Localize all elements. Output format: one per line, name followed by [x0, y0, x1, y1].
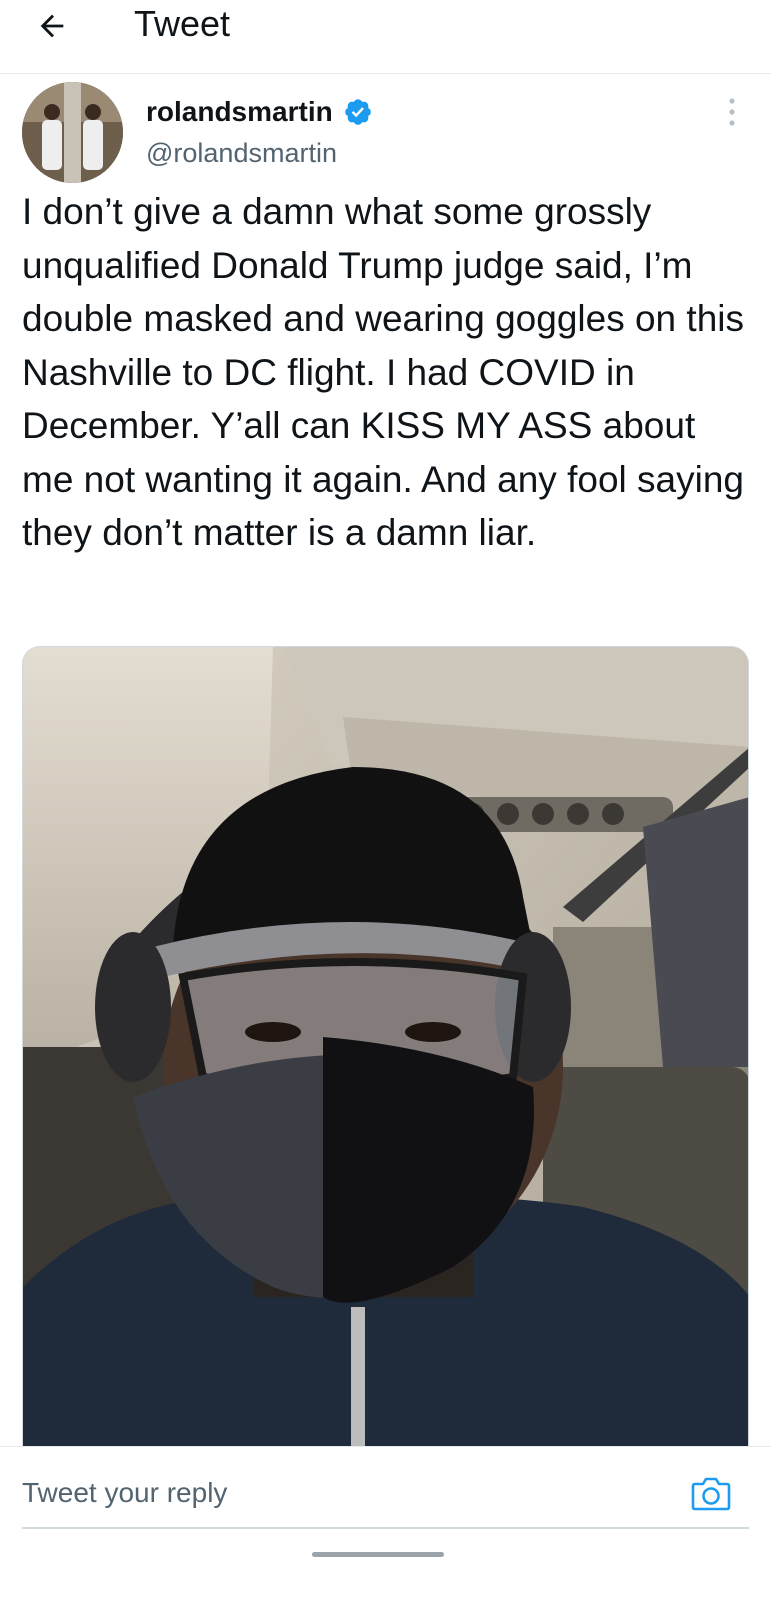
- camera-icon: [691, 1477, 731, 1511]
- display-name[interactable]: rolandsmartin: [146, 96, 333, 128]
- avatar-image: [22, 82, 123, 183]
- back-button[interactable]: [30, 4, 74, 48]
- page-title: Tweet: [134, 3, 231, 44]
- avatar[interactable]: [22, 82, 123, 183]
- arrow-left-icon: [40, 14, 64, 38]
- reply-underline: [22, 1527, 749, 1529]
- tweet-photo[interactable]: [22, 646, 749, 1446]
- camera-button[interactable]: [688, 1470, 734, 1516]
- more-options-button[interactable]: [712, 92, 752, 132]
- home-indicator: [312, 1552, 444, 1557]
- selfie-image: [23, 647, 748, 1446]
- reply-input[interactable]: [22, 1458, 662, 1528]
- author-handle[interactable]: @rolandsmartin: [146, 136, 337, 170]
- verified-badge-icon: [343, 97, 373, 127]
- more-vertical-icon: [729, 98, 735, 126]
- tweet-text: I don’t give a damn what some grossly un…: [22, 191, 755, 553]
- top-bar: Tweet: [0, 0, 771, 74]
- author-name-row[interactable]: rolandsmartin: [146, 92, 373, 132]
